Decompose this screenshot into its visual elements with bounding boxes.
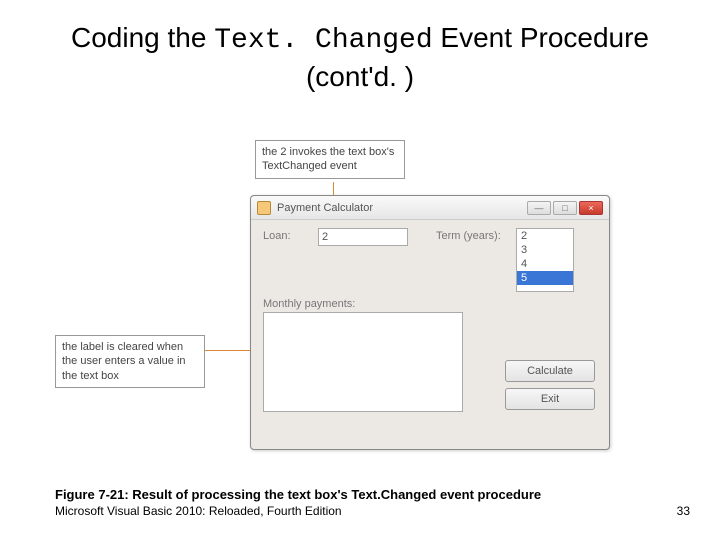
figure-caption: Figure 7-21: Result of processing the te…: [55, 487, 615, 504]
window-title: Payment Calculator: [277, 202, 373, 214]
loan-label: Loan:: [263, 228, 318, 242]
list-item[interactable]: 5: [517, 271, 573, 285]
callout-left: the label is cleared when the user enter…: [55, 335, 205, 388]
slide-title: Coding the Text. Changed Event Procedure…: [0, 0, 720, 96]
loan-input[interactable]: [318, 228, 408, 246]
title-mono: Text. Changed: [214, 25, 432, 56]
top-row: Loan: Term (years): 2 3 4 5: [263, 228, 597, 292]
monthly-label: Monthly payments:: [263, 298, 597, 310]
callout-top: the 2 invokes the text box's TextChanged…: [255, 140, 405, 179]
list-item[interactable]: 2: [517, 229, 573, 243]
calculate-button[interactable]: Calculate: [505, 360, 595, 382]
term-listbox[interactable]: 2 3 4 5: [516, 228, 574, 292]
close-button[interactable]: ×: [579, 201, 603, 215]
window-controls: — □ ×: [527, 201, 603, 215]
titlebar: Payment Calculator — □ ×: [251, 196, 609, 220]
monthly-payments-output: [263, 312, 463, 412]
app-icon: [257, 201, 271, 215]
list-item[interactable]: 4: [517, 257, 573, 271]
list-item[interactable]: 3: [517, 243, 573, 257]
minimize-button[interactable]: —: [527, 201, 551, 215]
button-column: Calculate Exit: [505, 360, 595, 410]
window-body: Loan: Term (years): 2 3 4 5 Monthly paym…: [251, 220, 609, 420]
exit-button[interactable]: Exit: [505, 388, 595, 410]
term-label: Term (years):: [436, 228, 516, 242]
title-pre: Coding the: [71, 22, 214, 53]
page-number: 33: [677, 504, 690, 518]
footer-text: Microsoft Visual Basic 2010: Reloaded, F…: [55, 504, 342, 518]
maximize-button[interactable]: □: [553, 201, 577, 215]
app-window: Payment Calculator — □ × Loan: Term (yea…: [250, 195, 610, 450]
figure-area: the 2 invokes the text box's TextChanged…: [95, 140, 655, 450]
